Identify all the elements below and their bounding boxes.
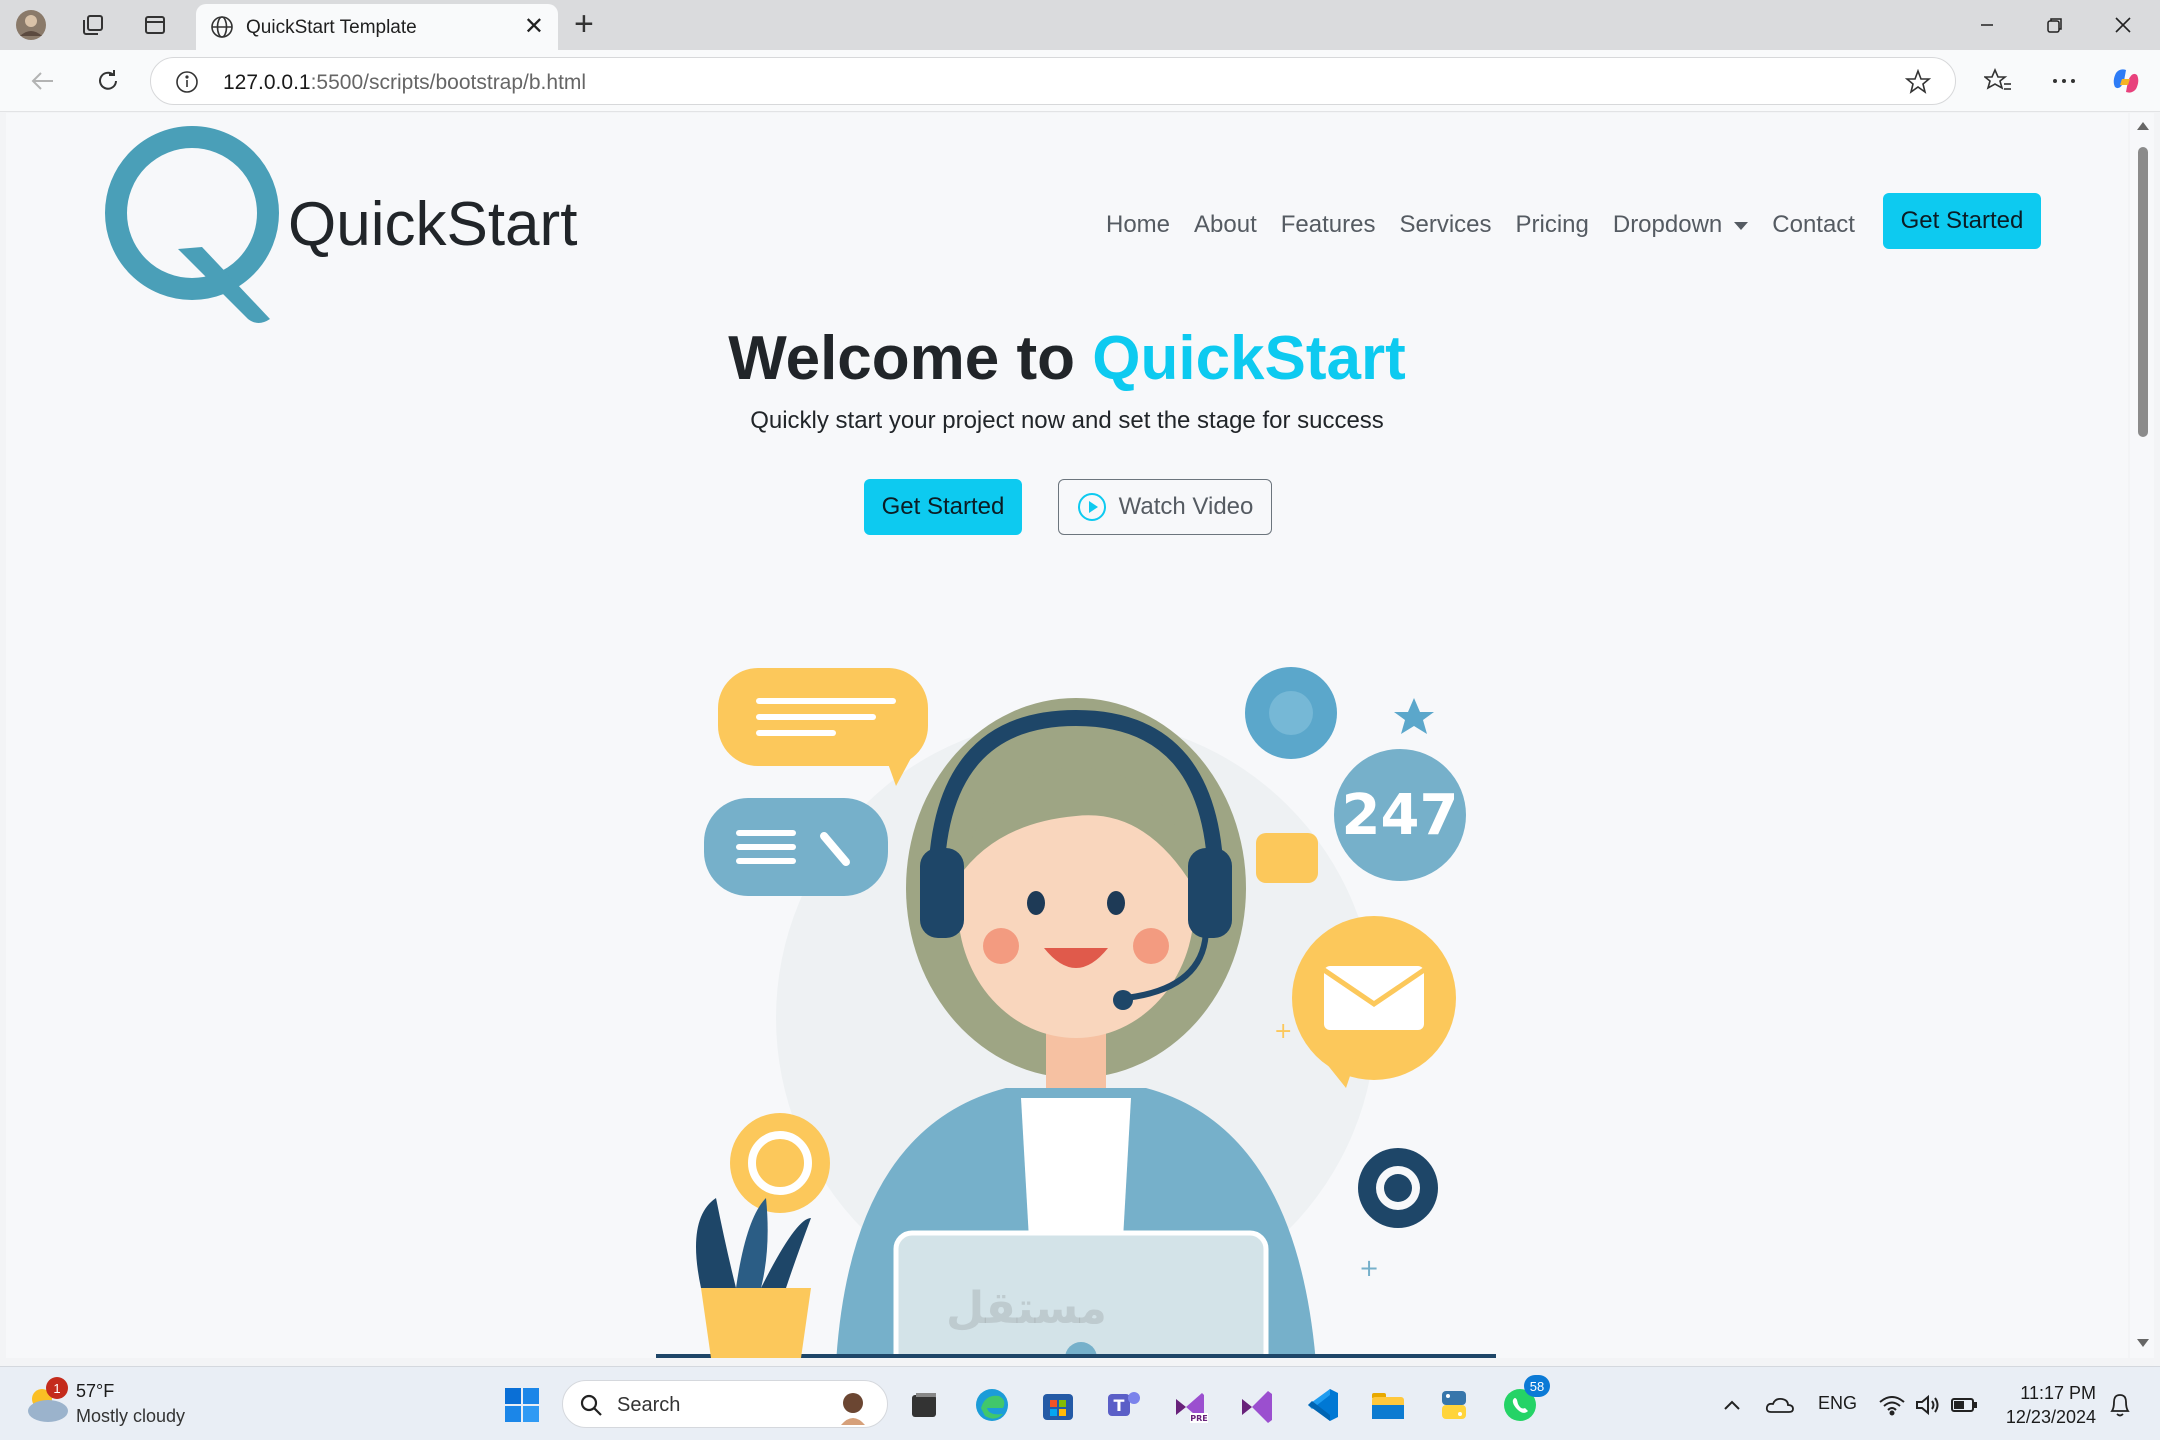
profile-avatar[interactable] <box>12 8 50 42</box>
chat-bubble-yellow <box>718 668 928 786</box>
workspaces-icon[interactable] <box>74 8 112 42</box>
star-icon <box>1394 698 1434 734</box>
watermark: مستقل <box>946 1284 1107 1333</box>
hero-title-accent: QuickStart <box>1092 324 1406 393</box>
page-viewport: QuickStart Home About Features Services … <box>6 113 2128 1358</box>
back-arrow-icon[interactable] <box>22 62 62 100</box>
nav-contact[interactable]: Contact <box>1772 211 1855 239</box>
close-window-icon[interactable] <box>2090 0 2156 50</box>
battery-icon[interactable] <box>1942 1383 1986 1427</box>
chevron-up-icon[interactable] <box>1710 1383 1754 1427</box>
weather-badge: 1 <box>46 1377 68 1399</box>
url-path: :5500/scripts/bootstrap/b.html <box>310 71 587 94</box>
plus-icon: + <box>826 795 848 825</box>
url-host: 127.0.0.1 <box>223 71 311 94</box>
search-icon <box>580 1394 602 1416</box>
visual-studio-preview-icon[interactable]: PRE <box>1168 1383 1212 1427</box>
browser-tab-bar: QuickStart Template ✕ + <box>0 0 2160 50</box>
plus-icon: + <box>1274 1019 1292 1044</box>
scroll-up-icon[interactable] <box>2136 121 2150 131</box>
main-navigation: Home About Features Services Pricing Dro… <box>1106 193 1879 257</box>
play-circle-icon <box>1077 493 1106 521</box>
nav-dropdown[interactable]: Dropdown <box>1612 211 1749 239</box>
tab-quickstart[interactable]: QuickStart Template ✕ <box>196 4 558 50</box>
watch-video-button[interactable]: Watch Video <box>1058 479 1272 535</box>
close-tab-icon[interactable]: ✕ <box>524 14 544 40</box>
hero-subtitle: Quickly start your project now and set t… <box>750 407 1384 434</box>
hero-get-started-button[interactable]: Get Started <box>864 479 1022 535</box>
favorites-icon[interactable] <box>1978 62 2018 100</box>
tab-title: QuickStart Template <box>246 17 417 38</box>
search-highlight-icon <box>841 1393 865 1425</box>
address-toolbar: 127.0.0.1:5500/scripts/bootstrap/b.html <box>0 50 2160 112</box>
nav-features[interactable]: Features <box>1281 211 1376 239</box>
address-bar[interactable]: 127.0.0.1:5500/scripts/bootstrap/b.html <box>150 57 1956 105</box>
brand-name: QuickStart <box>288 190 578 259</box>
nav-pricing[interactable]: Pricing <box>1516 211 1589 239</box>
more-options-icon[interactable] <box>2044 62 2084 100</box>
notification-bell-icon[interactable] <box>2098 1383 2142 1427</box>
hero-title: Welcome to QuickStart <box>6 323 2128 394</box>
chat-circle-icon <box>730 1113 830 1213</box>
vscode-icon[interactable] <box>1300 1383 1344 1427</box>
nav-services[interactable]: Services <box>1399 211 1491 239</box>
brand-link[interactable]: QuickStart <box>98 119 618 325</box>
whatsapp-icon[interactable]: 58 <box>1498 1375 1550 1427</box>
tab-actions-icon[interactable] <box>136 8 174 42</box>
url-text: 127.0.0.1:5500/scripts/bootstrap/b.html <box>223 71 586 95</box>
nav-get-started-button[interactable]: Get Started <box>1883 193 2041 249</box>
weather-temp: 57°F <box>76 1381 115 1401</box>
teams-icon[interactable]: T <box>1102 1383 1146 1427</box>
site-info-icon[interactable] <box>175 70 199 94</box>
svg-text:PRE: PRE <box>1190 1414 1208 1423</box>
new-tab-icon[interactable]: + <box>574 6 594 42</box>
minimize-icon[interactable] <box>1954 0 2020 50</box>
file-explorer-icon[interactable] <box>1366 1383 1410 1427</box>
weather-desc: Mostly cloudy <box>76 1406 186 1426</box>
language-indicator[interactable]: ENG <box>1818 1393 1857 1414</box>
system-clock[interactable]: 11:17 PM 12/23/2024 <box>1986 1381 2096 1429</box>
store-icon[interactable] <box>1036 1383 1080 1427</box>
support-agent-illustration: 247 + + + <box>656 667 1496 1358</box>
search-label: Search <box>617 1394 681 1416</box>
whatsapp-badge: 58 <box>1524 1375 1550 1397</box>
page-scrollbar[interactable] <box>2130 113 2154 1358</box>
restore-icon[interactable] <box>2022 0 2088 50</box>
gear-icon <box>1245 667 1337 759</box>
hero-title-prefix: Welcome to <box>728 324 1093 393</box>
task-view-icon[interactable] <box>902 1383 946 1427</box>
start-windows-icon[interactable] <box>500 1383 544 1427</box>
clock-date: 12/23/2024 <box>2005 1407 2096 1427</box>
quickstart-logo <box>105 126 279 323</box>
scroll-down-icon[interactable] <box>2136 1338 2150 1348</box>
nav-dropdown-label: Dropdown <box>1612 211 1723 238</box>
chat-bubble-blue <box>704 798 888 896</box>
settings-gear-icon <box>1358 1148 1438 1228</box>
scrollbar-thumb[interactable] <box>2138 147 2148 437</box>
edge-browser-icon[interactable] <box>970 1383 1014 1427</box>
python-icon[interactable] <box>1432 1383 1476 1427</box>
clock-time: 11:17 PM <box>2020 1383 2096 1403</box>
plant-pot <box>696 1198 811 1358</box>
nav-home[interactable]: Home <box>1106 211 1170 239</box>
taskbar-search[interactable]: Search <box>562 1380 888 1428</box>
visual-studio-icon[interactable] <box>1234 1383 1278 1427</box>
support-247-badge: 247 <box>1334 749 1466 881</box>
caret-down-icon <box>1734 221 1749 230</box>
globe-icon <box>211 16 233 38</box>
refresh-icon[interactable] <box>88 62 128 100</box>
onedrive-icon[interactable] <box>1758 1383 1802 1427</box>
watch-video-label: Watch Video <box>1118 493 1254 520</box>
svg-text:T: T <box>1114 1396 1125 1415</box>
plus-icon: + <box>1359 1254 1379 1282</box>
badge-247-text: 247 <box>1342 783 1459 848</box>
nav-about[interactable]: About <box>1194 211 1257 239</box>
copilot-icon[interactable] <box>2106 62 2146 100</box>
small-bubble <box>1256 833 1318 883</box>
favorite-star-icon[interactable] <box>1905 69 1931 95</box>
taskbar: 1 57°F Mostly cloudy Search T PRE 58 ENG… <box>0 1366 2160 1440</box>
